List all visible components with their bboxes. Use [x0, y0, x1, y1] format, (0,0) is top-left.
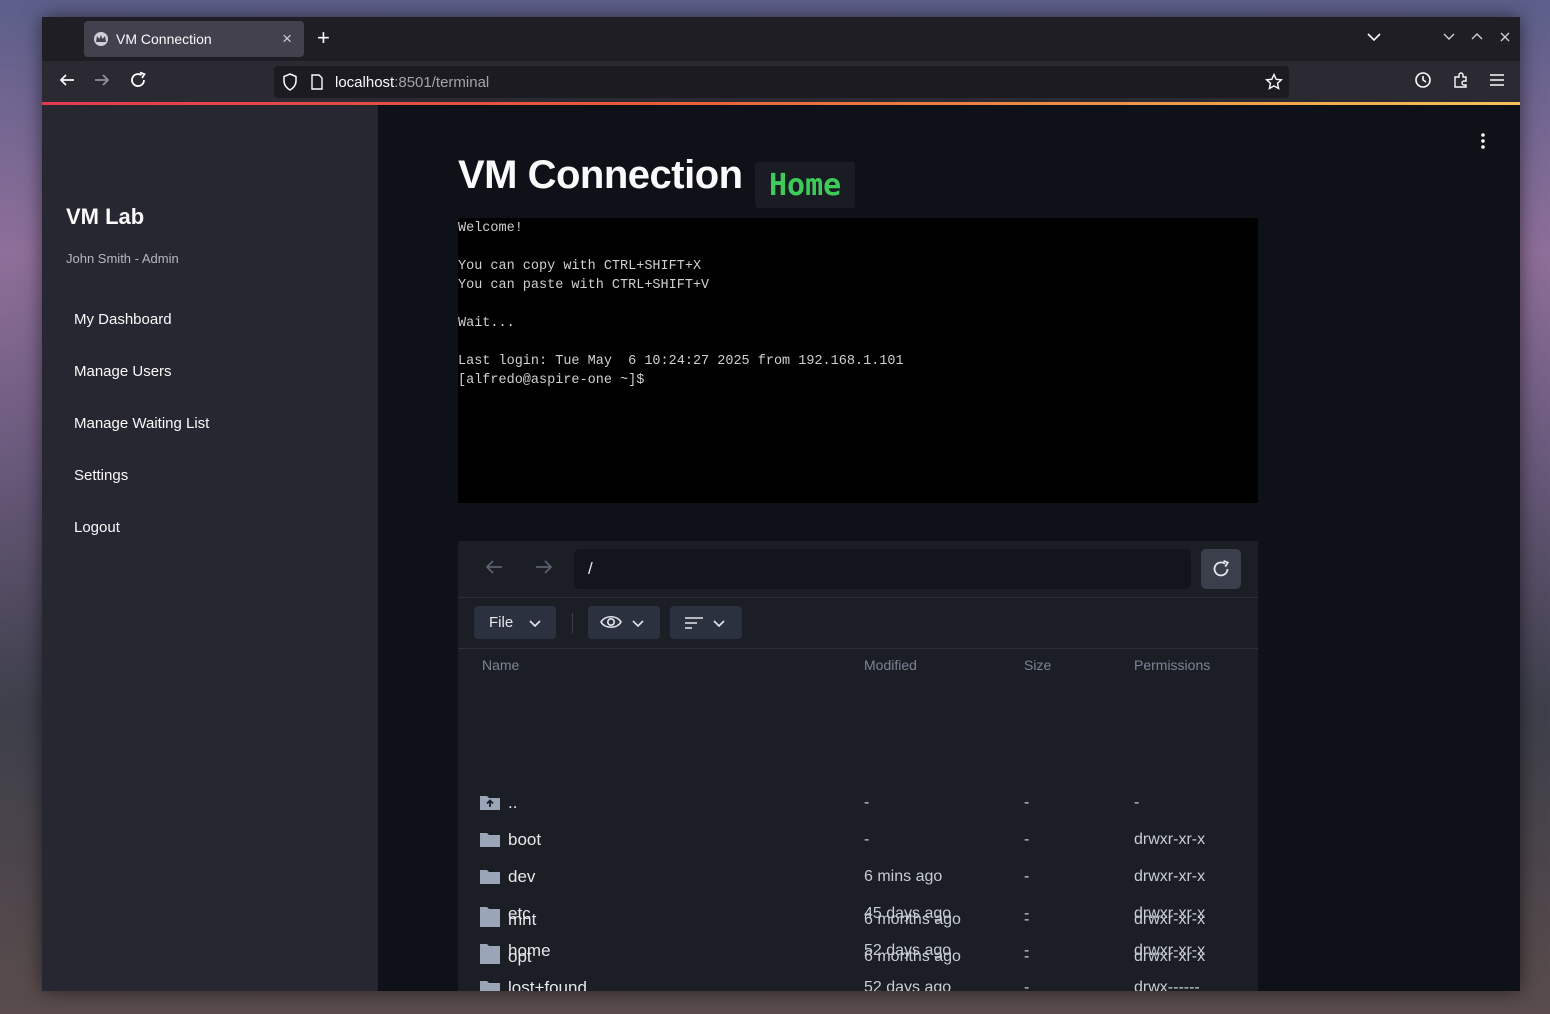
table-row[interactable]: opt 6 months ago - drwxr-xr-x — [458, 939, 1258, 976]
sidebar-item-logout[interactable]: Logout — [74, 519, 120, 536]
file-permissions: drwxr-xr-x — [1134, 831, 1206, 848]
file-modified: - — [864, 831, 870, 848]
file-size: - — [1024, 948, 1030, 965]
sidebar-item-manage-users[interactable]: Manage Users — [74, 363, 172, 380]
table-row[interactable]: dev 6 mins ago - drwxr-xr-x — [458, 859, 1258, 896]
path-input[interactable]: / — [574, 549, 1191, 589]
eye-icon — [600, 615, 622, 629]
file-modified: 6 months ago — [864, 911, 961, 928]
chevron-down-icon[interactable] — [1366, 29, 1382, 50]
file-name: dev — [508, 867, 536, 886]
table-row[interactable]: .. - - - — [458, 785, 1258, 822]
menu-hamburger-icon[interactable] — [1488, 71, 1506, 94]
folder-icon — [479, 947, 501, 970]
file-modified: - — [864, 794, 870, 811]
folder-icon — [479, 830, 501, 853]
file-permissions: drwx------ — [1134, 979, 1200, 991]
new-tab-icon[interactable]: + — [317, 27, 330, 49]
file-size: - — [1024, 979, 1030, 991]
file-size: - — [1024, 911, 1030, 928]
sidebar-item-settings[interactable]: Settings — [74, 467, 128, 484]
refresh-button[interactable] — [1201, 549, 1241, 589]
navigation-bar: localhost:8501/terminal — [42, 61, 1520, 102]
file-size: - — [1024, 868, 1030, 885]
file-name: .. — [508, 793, 518, 812]
forward-arrow-icon[interactable] — [93, 71, 111, 94]
file-permissions: drwxr-xr-x — [1134, 948, 1206, 965]
tab-title: VM Connection — [116, 31, 212, 47]
file-permissions: - — [1134, 794, 1140, 811]
browser-tab[interactable]: VM Connection × — [84, 21, 304, 57]
home-badge: Home — [755, 162, 856, 208]
address-bar[interactable]: localhost:8501/terminal — [274, 66, 1289, 98]
chevron-down-icon — [632, 620, 644, 628]
bookmark-star-icon[interactable] — [1264, 72, 1284, 96]
file-name: lost+found — [508, 978, 587, 991]
sidebar: VM Lab John Smith - Admin My Dashboard M… — [42, 105, 378, 991]
file-manager-toolbar: / — [458, 541, 1258, 598]
shield-icon[interactable] — [282, 73, 298, 96]
folder-icon — [479, 910, 501, 933]
more-options-icon[interactable] — [1480, 133, 1486, 154]
close-tab-icon[interactable]: × — [282, 29, 292, 49]
sort-menu-button[interactable] — [670, 606, 742, 639]
file-name: boot — [508, 830, 542, 849]
file-modified: 52 days ago — [864, 979, 952, 991]
column-header-name[interactable]: Name — [482, 657, 519, 673]
file-name: opt — [508, 947, 532, 966]
fm-back-arrow-icon[interactable] — [484, 557, 504, 582]
file-permissions: drwxr-xr-x — [1134, 868, 1206, 885]
file-permissions: drwxr-xr-x — [1134, 911, 1206, 928]
column-header-size[interactable]: Size — [1024, 657, 1051, 673]
file-menu-button[interactable]: File — [474, 606, 556, 639]
close-window-icon[interactable] — [1498, 30, 1512, 47]
file-menu-label: File — [489, 614, 514, 631]
chevron-down-icon — [529, 620, 541, 628]
folder-icon — [479, 978, 501, 991]
main-content: VM Connection Home Welcome! You can copy… — [378, 105, 1520, 991]
history-clock-icon[interactable] — [1414, 71, 1432, 94]
refresh-icon — [1213, 559, 1230, 577]
parent-folder-icon — [479, 793, 501, 816]
file-name: mnt — [508, 910, 537, 929]
fm-forward-arrow-icon[interactable] — [534, 557, 554, 582]
maximize-icon[interactable] — [1470, 30, 1484, 47]
file-manager-tools: File — [458, 597, 1258, 649]
column-header-permissions[interactable]: Permissions — [1134, 657, 1210, 673]
chevron-down-icon — [713, 620, 725, 628]
file-size: - — [1024, 831, 1030, 848]
sidebar-brand: VM Lab — [66, 204, 145, 229]
toolbar-divider — [572, 613, 573, 633]
url-host: localhost — [335, 74, 395, 91]
file-size: - — [1024, 794, 1030, 811]
tab-strip: VM Connection × + — [42, 17, 1520, 61]
file-modified: 6 months ago — [864, 948, 961, 965]
reload-icon[interactable] — [129, 71, 147, 94]
sort-icon — [685, 617, 703, 629]
table-row[interactable]: mnt 6 months ago - drwxr-xr-x — [458, 902, 1258, 939]
page-icon — [310, 74, 324, 95]
view-menu-button[interactable] — [588, 606, 660, 639]
url-text[interactable]: localhost:8501/terminal — [335, 74, 489, 91]
table-row[interactable]: boot - - drwxr-xr-x — [458, 822, 1258, 859]
sidebar-user: John Smith - Admin — [66, 251, 179, 266]
terminal[interactable]: Welcome! You can copy with CTRL+SHIFT+X … — [458, 218, 1258, 503]
sidebar-item-dashboard[interactable]: My Dashboard — [74, 311, 172, 328]
column-header-modified[interactable]: Modified — [864, 657, 917, 673]
url-path: :8501/terminal — [394, 74, 490, 91]
extensions-puzzle-icon[interactable] — [1452, 71, 1470, 94]
browser-window: VM Connection × + localhost:8501/termina… — [42, 17, 1520, 991]
sidebar-item-waiting-list[interactable]: Manage Waiting List — [74, 415, 209, 432]
back-arrow-icon[interactable] — [58, 71, 76, 94]
page-title: VM Connection — [458, 153, 743, 197]
folder-icon — [479, 867, 501, 890]
file-modified: 6 mins ago — [864, 868, 943, 885]
crown-icon — [94, 32, 108, 46]
minimize-icon[interactable] — [1442, 30, 1456, 47]
